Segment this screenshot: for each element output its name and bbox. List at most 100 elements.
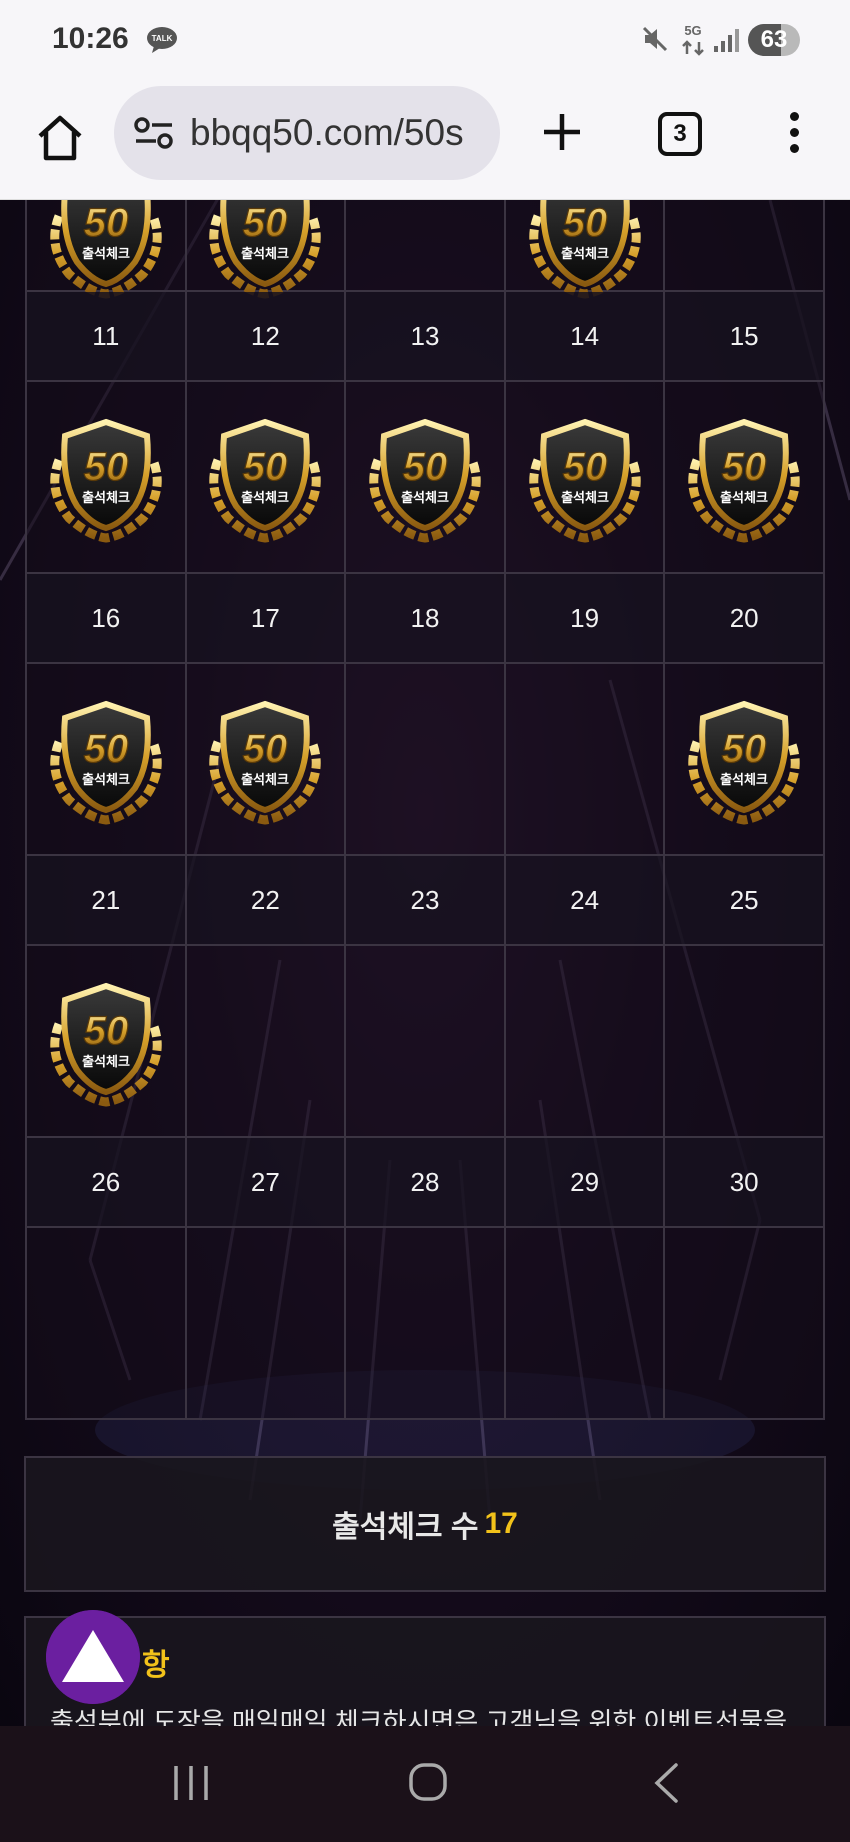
day-cell-empty — [505, 946, 666, 1138]
attendance-summary: 출석체크 수 17 — [24, 1456, 826, 1592]
badge-number: 50 — [84, 727, 129, 771]
date-number: 12 — [186, 292, 347, 382]
date-number: 22 — [186, 856, 347, 946]
stamp-badge-icon: 50출석체크 — [50, 982, 162, 1107]
badge-caption: 출석체크 — [82, 246, 130, 262]
day-cell-empty — [665, 1228, 825, 1420]
day-cell-empty — [665, 946, 825, 1138]
day-cell-empty — [665, 200, 825, 292]
status-time: 10:26 — [52, 22, 129, 55]
badge-caption: 출석체크 — [561, 490, 609, 506]
stamp-badge-icon: 50출석체크 — [688, 700, 800, 825]
home-icon[interactable] — [34, 112, 86, 164]
stamp-row: 50 출석체크 — [27, 946, 825, 1138]
stamp-row: 50 출석체크 50 출석체크 50 출석체크 50 출석체크 50 출석체크 — [27, 382, 825, 574]
day-cell-empty — [186, 1228, 347, 1420]
badge-number: 50 — [722, 727, 767, 771]
day-cell-stamped: 50 출석체크 — [665, 664, 825, 856]
date-number: 30 — [665, 1138, 825, 1228]
summary-label: 출석체크 수 — [332, 1511, 479, 1544]
stamp-badge-icon: 50출석체크 — [50, 418, 162, 543]
badge-number: 50 — [562, 445, 607, 489]
recent-apps-icon[interactable] — [172, 1764, 210, 1802]
date-row: 16 17 18 19 20 — [27, 574, 825, 664]
date-number: 29 — [505, 1138, 666, 1228]
date-row: 11 12 13 14 15 — [27, 292, 825, 382]
stamp-badge-icon: 50출석체크 — [528, 200, 641, 299]
date-number: 13 — [346, 292, 506, 382]
badge-number: 50 — [243, 727, 288, 771]
day-cell-empty — [346, 1228, 506, 1420]
date-number: 27 — [186, 1138, 347, 1228]
date-number: 21 — [27, 856, 187, 946]
day-cell-empty — [186, 946, 347, 1138]
day-cell-empty — [346, 946, 506, 1138]
badge-number: 50 — [243, 201, 288, 245]
triangle-up-icon[interactable] — [46, 1610, 140, 1704]
stamp-badge-icon: 50출석체크 — [50, 700, 162, 825]
date-number: 19 — [505, 574, 666, 664]
site-settings-icon[interactable] — [134, 116, 174, 150]
stamp-row: 50 출석체크 50 출석체크 50 출석체크 — [27, 664, 825, 856]
date-number: 17 — [186, 574, 347, 664]
badge-caption: 출석체크 — [720, 772, 768, 788]
signal-icon — [714, 29, 739, 52]
day-cell-empty — [27, 1228, 187, 1420]
day-cell-stamped: 50 출석체크 — [186, 664, 347, 856]
day-cell-stamped: 50 출석체크 — [505, 200, 666, 299]
date-number: 26 — [27, 1138, 187, 1228]
day-cell-stamped: 50 출석체크 — [665, 382, 825, 574]
day-cell-stamped: 50 출석체크 — [505, 382, 666, 574]
tab-switcher-button[interactable]: 3 — [658, 112, 702, 156]
battery-indicator: 63 — [748, 24, 800, 56]
day-cell-stamped: 50 출석체크 — [27, 946, 187, 1138]
day-cell-stamped: 50 출석체크 — [186, 382, 347, 574]
day-cell-empty — [505, 1228, 666, 1420]
home-circle-icon[interactable] — [408, 1762, 448, 1802]
badge-caption: 출석체크 — [401, 490, 449, 506]
stamp-badge-icon: 50출석체크 — [369, 418, 481, 543]
date-number: 24 — [505, 856, 666, 946]
address-bar[interactable]: bbqq50.com/50s — [114, 86, 500, 180]
day-cell-empty — [505, 664, 666, 856]
date-number: 23 — [346, 856, 506, 946]
day-cell-stamped: 50 출석체크 — [186, 200, 347, 299]
more-vert-icon[interactable] — [786, 112, 802, 156]
talk-badge-text: TALK — [152, 34, 173, 43]
day-cell-stamped: 50 출석체크 — [27, 200, 187, 299]
system-nav-bar — [0, 1726, 850, 1842]
day-cell-empty — [346, 664, 506, 856]
stamp-badge-icon: 50출석체크 — [209, 200, 322, 299]
stamp-badge-icon: 50출석체크 — [209, 700, 322, 825]
badge-caption: 출석체크 — [82, 1054, 130, 1070]
badge-number: 50 — [403, 445, 448, 489]
badge-number: 50 — [84, 201, 129, 245]
notice-title: 항 — [142, 1649, 170, 1682]
badge-caption: 출석체크 — [241, 772, 289, 788]
plus-icon[interactable] — [540, 110, 584, 154]
date-row: 26 27 28 29 30 — [27, 1138, 825, 1228]
network-label: 5G — [684, 23, 701, 38]
notice-text: 출석부에 도장을 매일매일 체크하시면은 고객님을 위한 이벤트선물을 — [50, 1707, 788, 1726]
date-number: 20 — [665, 574, 825, 664]
badge-number: 50 — [243, 445, 288, 489]
badge-number: 50 — [562, 201, 607, 245]
stamp-row — [27, 1228, 825, 1420]
badge-caption: 출석체크 — [241, 490, 289, 506]
badge-number: 50 — [722, 445, 767, 489]
stamp-badge-icon: 50출석체크 — [209, 418, 322, 543]
browser-toolbar: bbqq50.com/50s 3 — [0, 82, 850, 200]
date-number: 18 — [346, 574, 506, 664]
badge-number: 50 — [84, 1009, 129, 1053]
summary-count: 17 — [484, 1507, 518, 1540]
date-number: 28 — [346, 1138, 506, 1228]
stamp-row: 50 출석체크 50 출석체크 50 출석체크 — [27, 200, 825, 299]
badge-caption: 출석체크 — [82, 772, 130, 788]
day-cell-stamped: 50 출석체크 — [346, 382, 506, 574]
stamp-badge-icon: 50출석체크 — [528, 418, 641, 543]
day-cell-stamped: 50 출석체크 — [27, 382, 187, 574]
date-number: 16 — [27, 574, 187, 664]
stamp-badge-icon: 50출석체크 — [688, 418, 800, 543]
date-number: 25 — [665, 856, 825, 946]
back-chevron-icon[interactable] — [652, 1762, 680, 1804]
